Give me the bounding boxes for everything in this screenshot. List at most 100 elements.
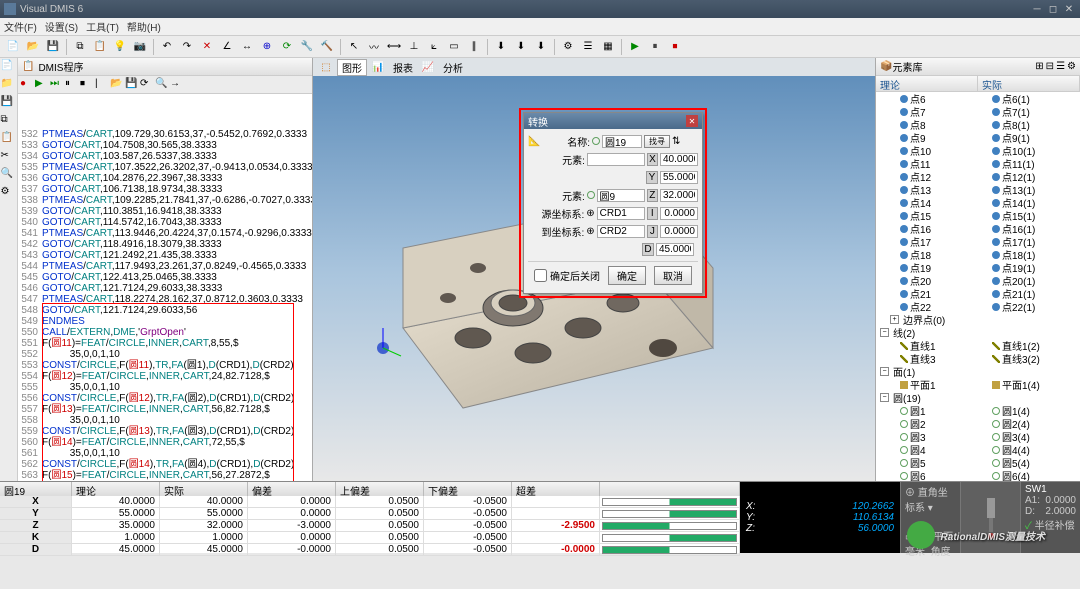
ep-tb1-icon[interactable]: ⊞	[1035, 61, 1043, 72]
vp-analysis-icon[interactable]: 📈	[419, 58, 437, 76]
tb-angle-icon[interactable]: ∠	[218, 38, 236, 56]
tb-dim-icon[interactable]: ⟷	[385, 38, 403, 56]
menu-tools[interactable]: 工具(T)	[86, 19, 119, 34]
i-input[interactable]	[660, 207, 698, 220]
vp-report-icon[interactable]: 📊	[369, 58, 387, 76]
tree-row[interactable]: 圆6圆6(4)	[876, 469, 1080, 481]
code-content[interactable]: 532PTMEAS/CART,109.729,30.6153,37,-0.545…	[18, 94, 312, 481]
vp-cube-icon[interactable]: ⬚	[317, 58, 335, 76]
menu-help[interactable]: 帮助(H)	[127, 19, 161, 34]
menu-file[interactable]: 文件(F)	[4, 19, 37, 34]
tree-body[interactable]: 点6点6(1)点7点7(1)点8点8(1)点9点9(1)点10点10(1)点11…	[876, 92, 1080, 481]
dialog-titlebar[interactable]: 转换 ✕	[524, 113, 702, 129]
d-input[interactable]	[656, 243, 694, 256]
tb-probe3-icon[interactable]: ⬇	[532, 38, 550, 56]
main-toolbar: 📄 📂 💾 ⧉ 📋 💡 📷 ↶ ↷ ✕ ∠ ↔ ⊕ ⟳ 🔧 🔨 ↖ 〰 ⟷ ⊥ …	[0, 36, 1080, 58]
maximize-button[interactable]: ◻	[1046, 3, 1060, 15]
ok-button[interactable]: 确定	[608, 266, 646, 285]
dialog-close-icon[interactable]: ✕	[686, 115, 698, 127]
vtb-6-icon[interactable]: ✂	[1, 150, 17, 166]
pt-sync-icon[interactable]: ⟳	[140, 78, 154, 92]
code-panel: 📋 DMIS程序 ● ▶ ⏭ ⏸ ⏹ | 📂 💾 ⟳ 🔍 → 532PTMEAS…	[18, 58, 313, 481]
tb-redo-icon[interactable]: ↷	[178, 38, 196, 56]
pt-stop-icon[interactable]: ⏹	[80, 78, 94, 92]
vtb-4-icon[interactable]: ⧉	[1, 114, 17, 130]
elem-input[interactable]	[587, 153, 645, 166]
tab-analysis[interactable]: 分析	[439, 60, 467, 75]
tb-pause-icon[interactable]: ⏸	[646, 38, 664, 56]
tb-refresh-icon[interactable]: ⟳	[278, 38, 296, 56]
tb-probe2-icon[interactable]: ⬇	[512, 38, 530, 56]
tree-hdr-act[interactable]: 实际	[978, 76, 1080, 91]
close-button[interactable]: ✕	[1062, 3, 1076, 15]
swap-icon[interactable]: ⇅	[672, 136, 680, 147]
tb-point-icon[interactable]: ✕	[198, 38, 216, 56]
tb-cursor-icon[interactable]: ↖	[345, 38, 363, 56]
vtb-8-icon[interactable]: ⚙	[1, 186, 17, 202]
tb-box-icon[interactable]: ▭	[445, 38, 463, 56]
vtb-2-icon[interactable]: 📁	[1, 78, 17, 94]
tb-save-icon[interactable]: 💾	[44, 38, 62, 56]
tb-grid-icon[interactable]: ▦	[599, 38, 617, 56]
viewport-toolbar: ⬚ 图形 📊 报表 📈 分析	[313, 58, 875, 76]
results-table[interactable]: 圆19 理论 实际 偏差 上偏差 下偏差 超差 X40.000040.00000…	[0, 482, 740, 553]
z-input[interactable]	[660, 189, 698, 202]
tb-undo-icon[interactable]: ↶	[158, 38, 176, 56]
close-after-check[interactable]: 确定后关闭	[534, 266, 600, 285]
tb-paste-icon[interactable]: 📋	[91, 38, 109, 56]
tb-par-icon[interactable]: ∥	[465, 38, 483, 56]
src-cs-input[interactable]	[597, 207, 645, 220]
pt-pause-icon[interactable]: ⏸	[65, 78, 79, 92]
tb-light-icon[interactable]: 💡	[111, 38, 129, 56]
pt-find-icon[interactable]: 🔍	[155, 78, 169, 92]
tb-stop-icon[interactable]: ⏹	[666, 38, 684, 56]
tb-open-icon[interactable]: 📂	[24, 38, 42, 56]
element-panel-header: 📦元素库 ⊞ ⊟ ☰ ⚙	[876, 58, 1080, 76]
rt-name: 圆19	[0, 482, 72, 496]
pt-step-icon[interactable]: ⏭	[50, 78, 64, 92]
find-button[interactable]: 找寻	[644, 135, 670, 148]
tb-axis-icon[interactable]: ⊕	[258, 38, 276, 56]
pt-play-icon[interactable]: ▶	[35, 78, 49, 92]
pt-rec-icon[interactable]: ●	[20, 78, 34, 92]
tb-perp-icon[interactable]: ⊥	[405, 38, 423, 56]
j-input[interactable]	[660, 225, 698, 238]
ep-tb2-icon[interactable]: ⊟	[1046, 61, 1054, 72]
cancel-button[interactable]: 取消	[654, 266, 692, 285]
x-input[interactable]	[660, 153, 698, 166]
pt-folder-icon[interactable]: 📂	[110, 78, 124, 92]
tb-copy-icon[interactable]: ⧉	[71, 38, 89, 56]
pt-goto-icon[interactable]: →	[170, 78, 184, 92]
titlebar: Visual DMIS 6 ─ ◻ ✕	[0, 0, 1080, 18]
tb-angle2-icon[interactable]: ⟀	[425, 38, 443, 56]
tb-camera-icon[interactable]: 📷	[131, 38, 149, 56]
vtb-1-icon[interactable]: 📄	[1, 60, 17, 76]
src-elem-input[interactable]	[597, 189, 645, 202]
tab-report[interactable]: 报表	[389, 60, 417, 75]
tb-list-icon[interactable]: ☰	[579, 38, 597, 56]
dst-cs-input[interactable]	[597, 225, 645, 238]
coord-readout: X:120.2662 Y:110.6134 Z:56.0000	[740, 482, 900, 553]
y-input[interactable]	[660, 171, 698, 184]
tb-curve-icon[interactable]: 〰	[365, 38, 383, 56]
ep-tb4-icon[interactable]: ⚙	[1067, 61, 1076, 72]
tree-hdr-nom[interactable]: 理论	[876, 76, 978, 91]
menu-settings[interactable]: 设置(S)	[45, 19, 78, 34]
vtb-5-icon[interactable]: 📋	[1, 132, 17, 148]
ep-tb3-icon[interactable]: ☰	[1056, 61, 1065, 72]
tb-new-icon[interactable]: 📄	[4, 38, 22, 56]
vtb-3-icon[interactable]: 💾	[1, 96, 17, 112]
menubar: 文件(F) 设置(S) 工具(T) 帮助(H)	[0, 18, 1080, 36]
tb-tool2-icon[interactable]: 🔨	[318, 38, 336, 56]
tb-gear-icon[interactable]: ⚙	[559, 38, 577, 56]
tb-tool1-icon[interactable]: 🔧	[298, 38, 316, 56]
name-input[interactable]	[602, 135, 642, 148]
pt-save-icon[interactable]: 💾	[125, 78, 139, 92]
vtb-7-icon[interactable]: 🔍	[1, 168, 17, 184]
transform-dialog: 转换 ✕ 📐 名称: 找寻 ⇅ 元素: X Y 元素: Z	[523, 112, 703, 294]
tb-probe1-icon[interactable]: ⬇	[492, 38, 510, 56]
tab-graphic[interactable]: 图形	[337, 59, 367, 76]
tb-dist-icon[interactable]: ↔	[238, 38, 256, 56]
tb-play-icon[interactable]: ▶	[626, 38, 644, 56]
minimize-button[interactable]: ─	[1030, 3, 1044, 15]
